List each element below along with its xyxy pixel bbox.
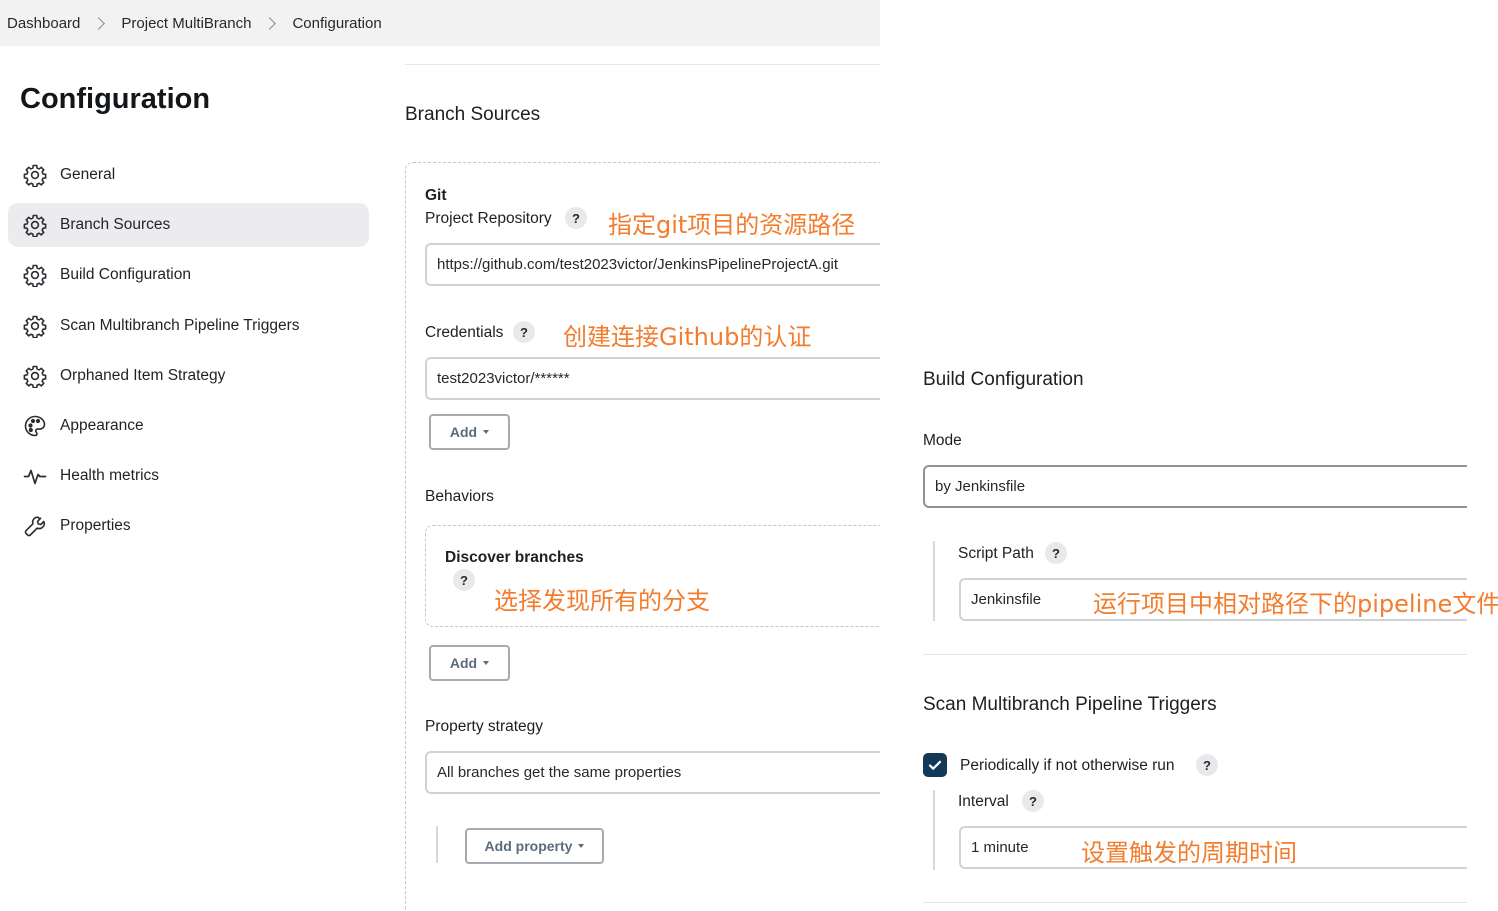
breadcrumb-dashboard[interactable]: Dashboard — [7, 15, 80, 32]
script-path-annotation: 运行项目中相对路径下的pipeline文件 — [1093, 590, 1498, 618]
help-icon[interactable]: ? — [1045, 542, 1067, 564]
sidebar-item-general[interactable]: General — [8, 153, 369, 197]
property-strategy-label: Property strategy — [425, 718, 544, 735]
scan-triggers-title: Scan Multibranch Pipeline Triggers — [923, 694, 1217, 715]
breadcrumb-project[interactable]: Project MultiBranch — [121, 15, 251, 32]
periodic-label: Periodically if not otherwise run — [960, 757, 1175, 774]
credentials-annotation: 创建连接Github的认证 — [563, 323, 812, 351]
divider — [923, 902, 1467, 903]
sidebar-item-label: Properties — [60, 517, 131, 534]
help-icon[interactable]: ? — [1022, 790, 1044, 812]
discover-annotation: 选择发现所有的分支 — [494, 587, 710, 615]
divider — [405, 64, 880, 65]
nested-indent-bar — [933, 790, 935, 870]
sidebar-item-label: Build Configuration — [60, 266, 191, 283]
gear-icon — [22, 262, 48, 288]
caret-down-icon — [483, 430, 490, 434]
sidebar-item-label: General — [60, 166, 116, 183]
discover-branches-label: Discover branches — [445, 549, 584, 566]
sidebar-item-scan-triggers[interactable]: Scan Multibranch Pipeline Triggers — [8, 304, 369, 348]
repo-annotation: 指定git项目的资源路径 — [608, 211, 856, 239]
interval-label: Interval — [958, 793, 1009, 810]
sidebar-item-properties[interactable]: Properties — [8, 504, 369, 548]
sidebar-item-label: Health metrics — [60, 467, 160, 484]
gear-icon — [22, 212, 48, 238]
sidebar-item-appearance[interactable]: Appearance — [8, 404, 369, 448]
chevron-right-icon — [92, 16, 106, 30]
help-icon[interactable]: ? — [453, 569, 475, 591]
property-strategy-select[interactable]: All branches get the same properties — [425, 751, 880, 794]
sidebar-item-build-configuration[interactable]: Build Configuration — [8, 253, 369, 297]
add-property-button[interactable]: Add property — [465, 828, 604, 864]
gear-icon — [22, 313, 48, 339]
nested-indent-bar — [436, 826, 438, 863]
script-path-label: Script Path — [958, 545, 1034, 562]
add-credentials-button[interactable]: Add — [429, 414, 510, 450]
project-repository-input[interactable]: https://github.com/test2023victor/Jenkin… — [425, 243, 880, 286]
sidebar-item-health-metrics[interactable]: Health metrics — [8, 454, 369, 498]
credentials-label: Credentials — [425, 324, 504, 341]
interval-annotation: 设置触发的周期时间 — [1081, 839, 1297, 867]
credentials-select[interactable]: test2023victor/****** — [425, 357, 880, 400]
breadcrumb-configuration[interactable]: Configuration — [292, 15, 381, 32]
chevron-right-icon — [263, 16, 277, 30]
git-label: Git — [425, 187, 447, 204]
branch-sources-title: Branch Sources — [405, 104, 541, 125]
checkmark-icon — [928, 760, 942, 770]
add-button-label: Add — [449, 655, 478, 671]
sidebar-item-orphaned-item-strategy[interactable]: Orphaned Item Strategy — [8, 354, 369, 398]
help-icon[interactable]: ? — [1196, 754, 1218, 776]
add-property-label: Add property — [484, 838, 573, 854]
divider — [923, 654, 1467, 655]
sidebar-item-label: Appearance — [60, 417, 144, 434]
add-behavior-button[interactable]: Add — [429, 645, 510, 681]
gear-icon — [22, 162, 48, 188]
caret-down-icon — [483, 661, 490, 665]
help-icon[interactable]: ? — [565, 207, 587, 229]
behaviors-label: Behaviors — [425, 488, 494, 505]
sidebar-item-label: Branch Sources — [60, 216, 171, 233]
breadcrumb: Dashboard Project MultiBranch Configurat… — [0, 0, 880, 46]
mode-label: Mode — [923, 432, 962, 449]
caret-down-icon — [578, 844, 585, 848]
sidebar-item-branch-sources[interactable]: Branch Sources — [8, 203, 369, 247]
pulse-icon — [22, 463, 48, 489]
palette-icon — [22, 413, 48, 439]
project-repository-label: Project Repository — [425, 210, 552, 227]
wrench-icon — [22, 513, 48, 539]
sidebar-item-label: Scan Multibranch Pipeline Triggers — [60, 317, 300, 334]
nested-indent-bar — [933, 541, 935, 621]
build-configuration-title: Build Configuration — [923, 369, 1084, 390]
mode-select[interactable]: by Jenkinsfile — [923, 465, 1467, 508]
page-title: Configuration — [20, 83, 211, 115]
periodic-checkbox[interactable] — [923, 753, 947, 777]
help-icon[interactable]: ? — [513, 321, 535, 343]
sidebar-item-label: Orphaned Item Strategy — [60, 367, 226, 384]
add-button-label: Add — [449, 424, 478, 440]
gear-icon — [22, 363, 48, 389]
